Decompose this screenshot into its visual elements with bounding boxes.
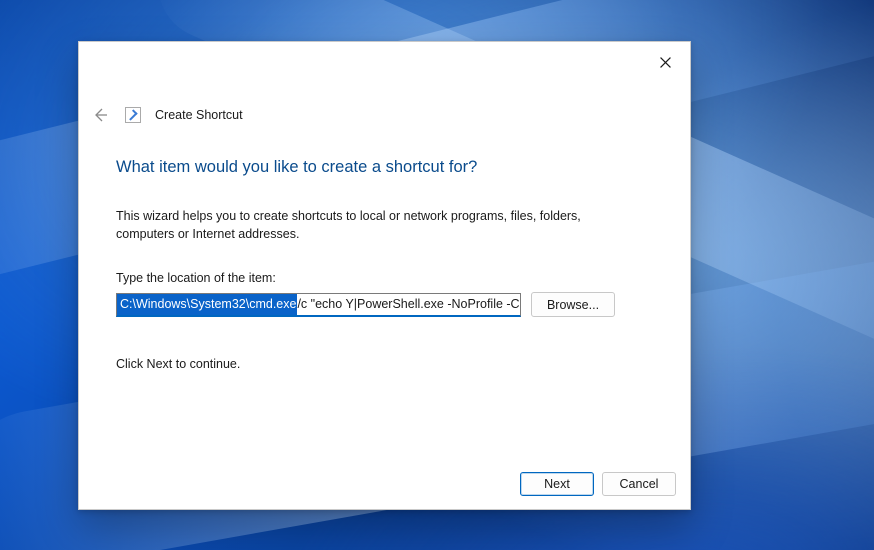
page-heading: What item would you like to create a sho…: [116, 158, 653, 177]
next-button-label: Next: [544, 477, 570, 491]
cancel-button-label: Cancel: [620, 477, 659, 491]
create-shortcut-dialog: Create Shortcut What item would you like…: [78, 41, 691, 510]
continue-hint: Click Next to continue.: [116, 357, 653, 371]
titlebar: [79, 42, 690, 84]
wizard-header: Create Shortcut: [79, 100, 690, 130]
location-input-rest: /c "echo Y|PowerShell.exe -NoProfile -Co…: [297, 297, 521, 311]
close-button[interactable]: [642, 46, 688, 78]
wizard-footer: Next Cancel: [79, 459, 690, 509]
wizard-body: What item would you like to create a sho…: [79, 130, 690, 459]
browse-button-label: Browse...: [547, 298, 599, 312]
browse-button[interactable]: Browse...: [531, 292, 615, 317]
cancel-button[interactable]: Cancel: [602, 472, 676, 496]
shortcut-icon: [125, 107, 141, 123]
location-input-selection: C:\Windows\System32\cmd.exe: [117, 293, 297, 315]
arrow-left-icon: [92, 107, 108, 123]
next-button[interactable]: Next: [520, 472, 594, 496]
page-description: This wizard helps you to create shortcut…: [116, 207, 636, 243]
breadcrumb: Create Shortcut: [155, 108, 243, 122]
location-label: Type the location of the item:: [116, 271, 653, 285]
close-icon: [660, 57, 671, 68]
back-button[interactable]: [89, 104, 111, 126]
location-input[interactable]: C:\Windows\System32\cmd.exe /c "echo Y|P…: [116, 293, 521, 317]
